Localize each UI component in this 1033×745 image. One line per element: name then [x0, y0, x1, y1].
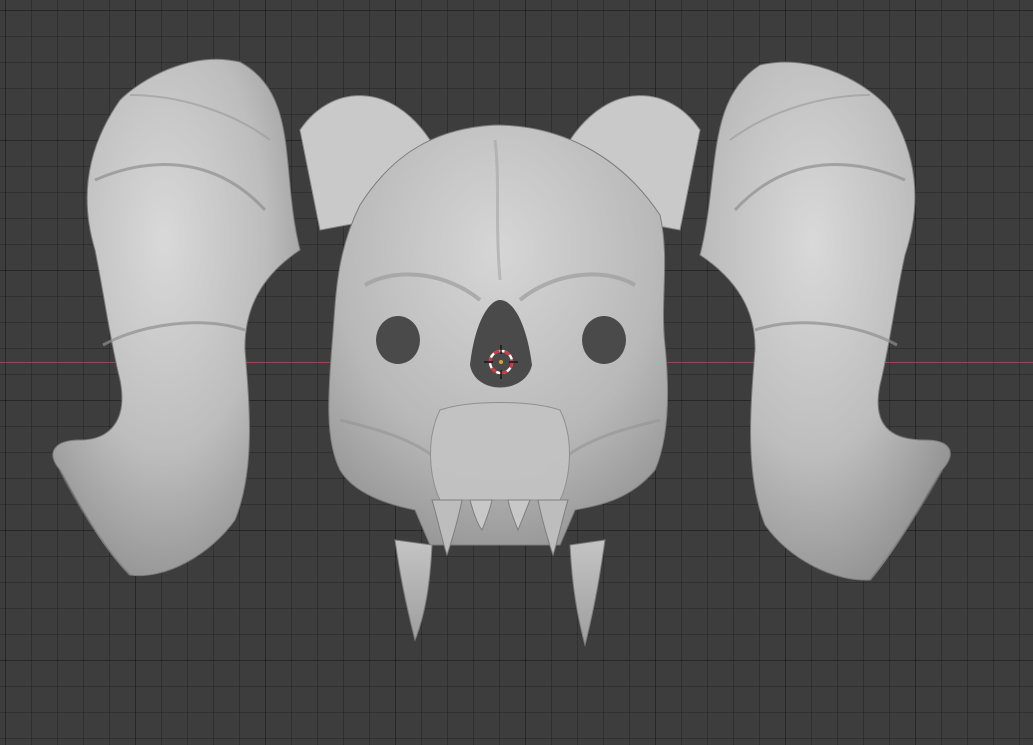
right-horn	[699, 61, 951, 581]
skull	[328, 124, 669, 546]
3d-viewport[interactable]	[0, 0, 1033, 745]
left-horn	[52, 58, 301, 577]
3d-cursor-icon[interactable]	[484, 345, 518, 379]
right-eye-socket	[582, 316, 626, 364]
left-eye-socket	[376, 316, 420, 364]
